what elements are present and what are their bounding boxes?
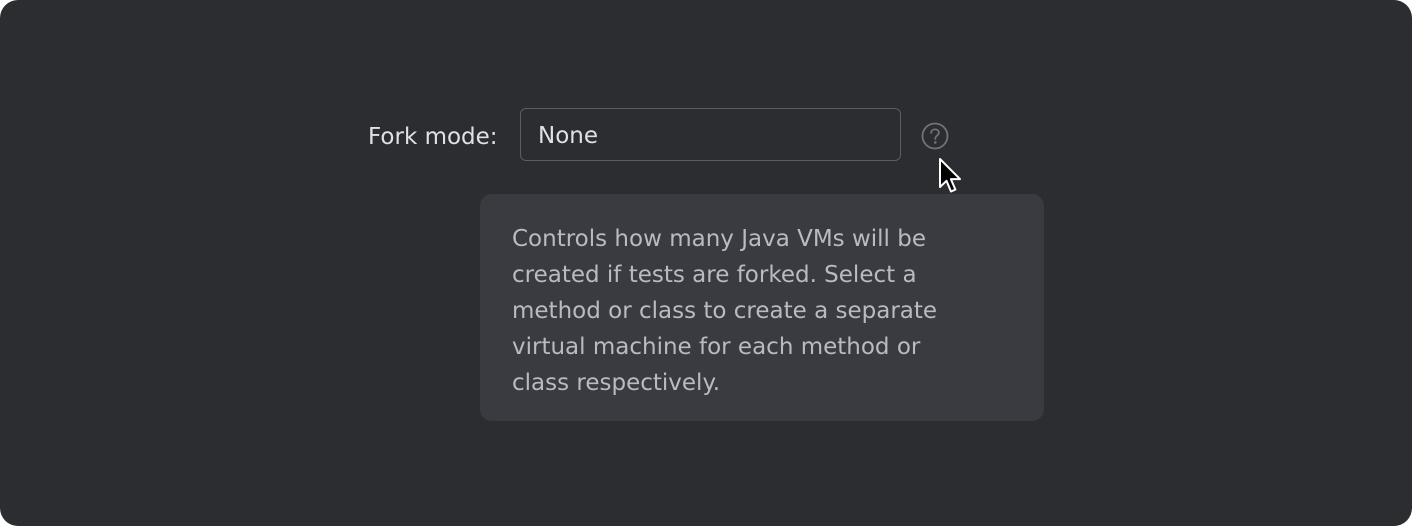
settings-panel: Fork mode: None Controls how many Java V… bbox=[0, 0, 1412, 526]
tooltip-line: method or class to create a separate bbox=[512, 298, 938, 324]
tooltip-line: virtual machine for each method or bbox=[512, 334, 921, 360]
tooltip-line: Controls how many Java VMs will be bbox=[512, 226, 927, 252]
mouse-pointer-icon bbox=[938, 157, 964, 197]
tooltip-text: Controls how many Java VMs will be creat… bbox=[512, 221, 1012, 401]
fork-mode-value: None bbox=[538, 123, 599, 149]
fork-mode-label: Fork mode: bbox=[368, 124, 498, 150]
question-circle-icon[interactable] bbox=[921, 122, 949, 150]
help-tooltip: Controls how many Java VMs will be creat… bbox=[480, 194, 1044, 421]
fork-mode-dropdown[interactable]: None bbox=[520, 108, 901, 161]
tooltip-line: class respectively. bbox=[512, 370, 721, 396]
tooltip-line: created if tests are forked. Select a bbox=[512, 262, 917, 288]
